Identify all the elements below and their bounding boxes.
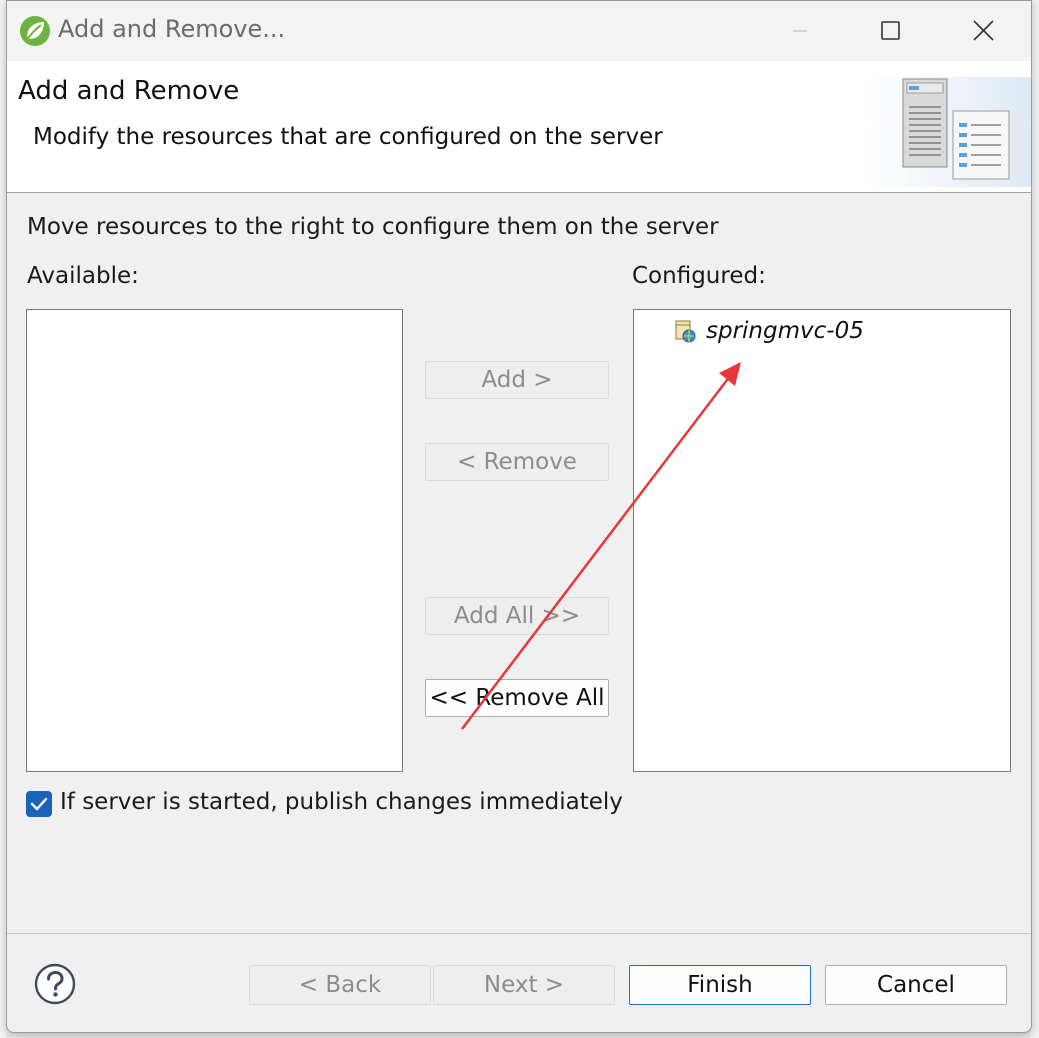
footer-divider: [7, 933, 1031, 934]
configured-list[interactable]: springmvc-05: [633, 309, 1011, 772]
available-list[interactable]: [26, 309, 403, 772]
configured-label: Configured:: [632, 263, 766, 289]
finish-button[interactable]: Finish: [629, 965, 811, 1005]
wizard-header: Add and Remove Modify the resources that…: [7, 61, 1031, 193]
close-button[interactable]: [960, 9, 1006, 53]
cancel-button[interactable]: Cancel: [825, 965, 1007, 1005]
configured-item[interactable]: springmvc-05: [672, 318, 864, 344]
remove-all-button[interactable]: << Remove All: [425, 679, 609, 717]
help-icon[interactable]: [33, 962, 77, 1006]
instructions-text: Move resources to the right to configure…: [27, 214, 719, 240]
add-button[interactable]: Add >: [425, 361, 609, 399]
web-module-icon: [675, 320, 696, 343]
next-button[interactable]: Next >: [433, 965, 615, 1005]
publish-immediately-label[interactable]: If server is started, publish changes im…: [60, 789, 623, 815]
window-title: Add and Remove...: [58, 15, 286, 43]
configured-item-label: springmvc-05: [706, 318, 864, 344]
publish-immediately-checkbox[interactable]: [26, 791, 52, 817]
background-window-edge-right: [1031, 0, 1039, 1038]
available-label: Available:: [27, 263, 139, 289]
back-button[interactable]: < Back: [249, 965, 431, 1005]
eclipse-spring-leaf-icon: [20, 16, 50, 46]
page-description: Modify the resources that are configured…: [33, 124, 663, 150]
add-all-button[interactable]: Add All >>: [425, 597, 609, 635]
remove-button[interactable]: < Remove: [425, 443, 609, 481]
maximize-button[interactable]: [867, 9, 913, 53]
add-remove-dialog: Add and Remove... Add and Remove Modify …: [6, 0, 1032, 1033]
minimize-button[interactable]: [777, 9, 823, 53]
page-title: Add and Remove: [18, 76, 240, 106]
server-config-icon: [867, 77, 1031, 187]
title-bar: Add and Remove...: [7, 1, 1031, 61]
checkmark-icon: [30, 797, 48, 811]
